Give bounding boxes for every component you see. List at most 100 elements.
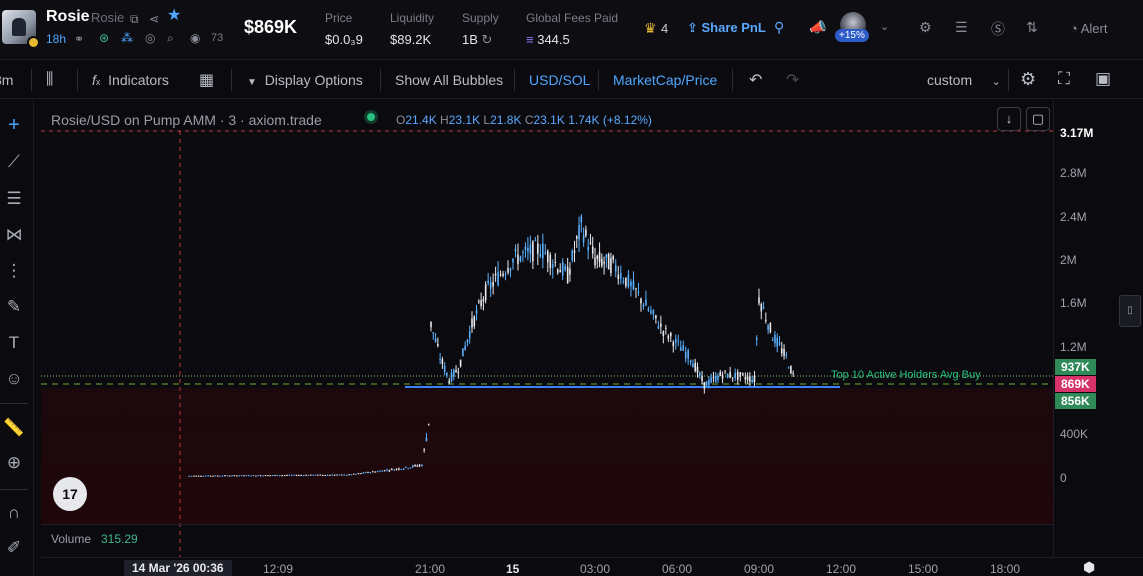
time-tick: 21:00 [415, 562, 446, 576]
time-tick: 06:00 [662, 562, 693, 576]
link-icon[interactable]: ⚭ [74, 32, 84, 46]
volume-value: 315.29 [101, 532, 138, 546]
magnet-icon[interactable]: ∩ [0, 503, 28, 523]
share-icon[interactable]: ⋖ [149, 12, 159, 26]
scroll-down-icon[interactable]: ↓ [997, 107, 1021, 131]
crown-count: 4 [661, 21, 669, 36]
indicators-label: Indicators [108, 72, 169, 88]
price-axis-top-label: 3.17M [1060, 126, 1094, 140]
supply-value: 1B [462, 32, 478, 47]
stat-label: Price [325, 11, 353, 25]
alert-button[interactable]: ◔ Alert [1070, 21, 1107, 36]
time-tick: 18:00 [990, 562, 1021, 576]
time-tick: 12:09 [263, 562, 294, 576]
show-all-bubbles-button[interactable]: Show All Bubbles [395, 72, 503, 88]
ohlc-open: 21.4K [405, 113, 437, 127]
crosshair-icon[interactable]: + [0, 115, 28, 135]
time-tick: 12:00 [826, 562, 857, 576]
globe-icon[interactable]: ◎ [145, 31, 155, 45]
divider [380, 69, 381, 91]
pattern-icon[interactable]: ⋈ [0, 225, 28, 245]
gear-icon[interactable]: ⚙ [919, 19, 932, 36]
tradingview-logo[interactable]: 17 [53, 477, 87, 511]
megaphone-icon[interactable]: 📣 [809, 19, 826, 36]
ruler-icon[interactable]: 📏 [0, 418, 28, 438]
dollar-icon[interactable]: Ⓢ [991, 19, 1005, 39]
brush-icon[interactable]: ✎ [0, 297, 28, 317]
trendline-icon[interactable]: ⟋ [0, 152, 28, 172]
stat-value: $0.0₃9 [325, 32, 363, 47]
horizontal-lines-icon[interactable]: ☰ [0, 189, 28, 209]
reset-view-icon[interactable]: ▢ [1026, 107, 1050, 131]
price-tick: 2M [1060, 253, 1077, 267]
share-pnl-button[interactable]: ⇪ Share PnL [687, 20, 766, 36]
divider [598, 69, 599, 91]
stat-price: Price $0.0₃9 [325, 11, 363, 47]
swap-icon[interactable]: ⇅ [1026, 19, 1038, 36]
token-subtitle: Rosie [91, 10, 125, 25]
divider [732, 69, 733, 91]
grid-icon[interactable]: ⁂ [121, 31, 133, 45]
layout-selector[interactable]: custom ⌄ [927, 72, 1001, 88]
time-tick: 09:00 [744, 562, 775, 576]
volume-divider [41, 524, 1053, 525]
lock-drawing-icon[interactable]: ✐ [0, 538, 28, 558]
chevron-down-icon[interactable]: ⌄ [880, 20, 889, 33]
stat-liquidity: Liquidity $89.2K [390, 11, 434, 47]
ohlc-key: H [440, 113, 449, 127]
price-tick: 2.8M [1060, 166, 1087, 180]
ohlc-high: 23.1K [448, 113, 481, 127]
holders-avg-buy-label: Top 10 Active Holders Avg Buy [831, 369, 981, 381]
pump-badge-icon [27, 36, 40, 49]
text-icon[interactable]: T [0, 333, 28, 353]
view-count: 73 [211, 32, 224, 44]
layout-label: custom [927, 72, 973, 88]
settings-icon[interactable]: ⚙ [1020, 69, 1036, 90]
fullscreen-icon[interactable]: ⛶ [1058, 69, 1070, 89]
current-price-tag: 869K [1055, 376, 1096, 392]
layouts-icon[interactable]: ▦ [199, 70, 214, 90]
divider [1008, 69, 1009, 91]
stat-label: Supply [462, 11, 499, 25]
web-icon[interactable]: ⊛ [99, 31, 109, 45]
side-panel-toggle[interactable]: ▯ [1119, 295, 1141, 327]
emoji-icon[interactable]: ☺ [0, 369, 28, 389]
copy-icon[interactable]: ⧉ [130, 12, 139, 26]
search-icon[interactable]: ⌕ [167, 31, 174, 45]
redo-icon[interactable]: ↷ [786, 70, 799, 90]
divider [77, 69, 78, 91]
time-tick: 15:00 [908, 562, 939, 576]
indicators-button[interactable]: fx Indicators [92, 72, 169, 88]
share-pnl-label: Share PnL [701, 20, 766, 35]
divider [31, 69, 32, 91]
interval-selector[interactable]: 3m [0, 72, 13, 88]
list-icon[interactable]: ☰ [955, 19, 968, 36]
crosshair-time-label: 14 Mar '26 00:36 [124, 560, 232, 576]
axis-settings-icon[interactable]: ⬢ [1083, 559, 1095, 576]
marketcap-price-toggle[interactable]: MarketCap/Price [613, 72, 717, 88]
refresh-icon[interactable]: ↻ [482, 32, 493, 47]
undo-icon[interactable]: ↶ [749, 70, 762, 90]
star-icon[interactable]: ★ [167, 8, 181, 24]
alert-label: Alert [1080, 21, 1108, 36]
time-tick: 03:00 [580, 562, 611, 576]
stat-value: $89.2K [390, 32, 432, 47]
divider [0, 403, 28, 404]
fib-icon[interactable]: ⋮ [0, 261, 28, 281]
divider [0, 489, 28, 490]
token-name: Rosie [46, 8, 90, 25]
pin-icon[interactable]: ⚲ [774, 19, 784, 36]
cost-basis-tag: 856K [1055, 393, 1096, 409]
solana-icon: ≡ [526, 32, 534, 47]
candle-type-icon[interactable]: ⫼ [46, 71, 53, 89]
currency-toggle[interactable]: USD/SOL [529, 72, 590, 88]
chevron-down-icon: ⌄ [991, 76, 1001, 88]
stat-value: ≡ 344.5 [526, 32, 618, 47]
camera-icon[interactable]: ▣ [1095, 69, 1111, 89]
display-options-button[interactable]: ▼ Display Options [247, 72, 363, 88]
stat-supply: Supply 1B ↻ [462, 11, 499, 48]
crown-icon[interactable]: ♛ [644, 20, 657, 37]
divider [514, 69, 515, 91]
zoom-in-icon[interactable]: ⊕ [0, 453, 28, 473]
chart-legend-title: Rosie/USD on Pump AMM · 3 · axiom.trade [51, 112, 322, 128]
